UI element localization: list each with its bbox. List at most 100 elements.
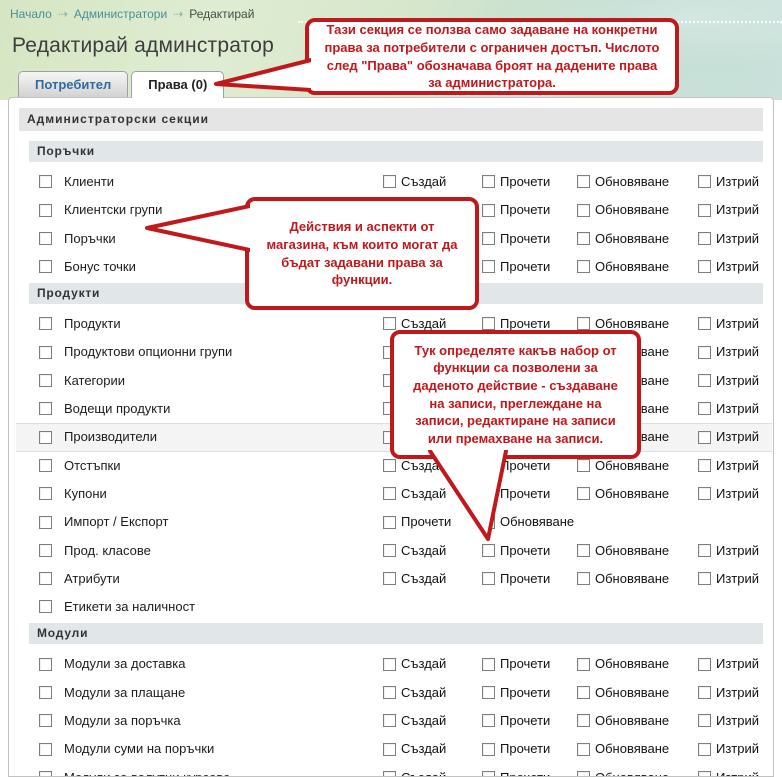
perm-checkbox[interactable] [482,232,495,245]
callout-tail-down-icon [420,450,515,544]
row-checkbox[interactable] [39,572,52,585]
perm-label: Изтрий [716,316,759,331]
perm-checkbox[interactable] [698,317,711,330]
perm-checkbox[interactable] [383,175,396,188]
perm-label: Прочети [500,316,550,331]
perm-label: Прочети [500,571,550,586]
tooltip-rights-tab: Тази секция се ползва само задаване на к… [305,18,679,95]
row-checkbox[interactable] [39,686,52,699]
perm-checkbox[interactable] [577,743,590,756]
perm-checkbox[interactable] [698,487,711,500]
perm-checkbox[interactable] [577,232,590,245]
row-label: Модули за плащане [64,685,185,700]
perm-checkbox[interactable] [698,686,711,699]
perm-cell: Прочети [482,764,550,777]
row-checkbox[interactable] [39,459,52,472]
perm-checkbox[interactable] [698,743,711,756]
perm-checkbox[interactable] [577,771,590,777]
row-checkbox[interactable] [39,771,52,777]
perm-checkbox[interactable] [698,260,711,273]
perm-checkbox[interactable] [482,572,495,585]
row-checkbox[interactable] [39,544,52,557]
perm-checkbox[interactable] [482,771,495,777]
row-checkbox[interactable] [39,658,52,671]
row-checkbox[interactable] [39,487,52,500]
perm-checkbox[interactable] [698,771,711,777]
perm-checkbox[interactable] [482,317,495,330]
perm-checkbox[interactable] [482,686,495,699]
perm-checkbox[interactable] [482,743,495,756]
perm-label: Изтрий [716,458,759,473]
row-checkbox[interactable] [39,175,52,188]
row-checkbox[interactable] [39,204,52,217]
perm-checkbox[interactable] [383,686,396,699]
tooltip-text: Тази секция се ползва само задаване на к… [321,21,663,91]
row-checkbox[interactable] [39,516,52,529]
perm-checkbox[interactable] [482,658,495,671]
perm-checkbox[interactable] [698,346,711,359]
row-checkbox[interactable] [39,374,52,387]
row-checkbox[interactable] [39,260,52,273]
perm-checkbox[interactable] [698,544,711,557]
perm-cell: Създай [383,650,446,678]
row-checkbox[interactable] [39,317,52,330]
breadcrumb-item-home[interactable]: Начало [10,7,52,21]
perm-cell: Обновяване [577,679,669,707]
perm-checkbox[interactable] [577,658,590,671]
perm-checkbox[interactable] [577,317,590,330]
perm-checkbox[interactable] [577,260,590,273]
perm-checkbox[interactable] [577,544,590,557]
perm-label: Прочети [500,685,550,700]
row-label: Модули за поръчка [64,713,181,728]
perm-checkbox[interactable] [383,317,396,330]
row-checkbox[interactable] [39,431,52,444]
row-checkbox[interactable] [39,743,52,756]
perm-cell: Изтрий [698,338,759,366]
perm-checkbox[interactable] [577,487,590,500]
row-checkbox[interactable] [39,600,52,613]
row-checkbox[interactable] [39,346,52,359]
tab-user[interactable]: Потребител [18,71,128,97]
perm-checkbox[interactable] [383,544,396,557]
perm-checkbox[interactable] [383,743,396,756]
perm-checkbox[interactable] [383,516,396,529]
perm-checkbox[interactable] [577,175,590,188]
breadcrumb-item-administrators[interactable]: Администратори [74,7,167,21]
perm-label: Обновяване [595,656,669,671]
perm-checkbox[interactable] [383,658,396,671]
perm-checkbox[interactable] [383,572,396,585]
perm-checkbox[interactable] [698,658,711,671]
row-label: Продуктови опционни групи [64,344,232,359]
row-checkbox[interactable] [39,714,52,727]
perm-checkbox[interactable] [698,374,711,387]
perm-checkbox[interactable] [577,204,590,217]
perm-checkbox[interactable] [383,459,396,472]
perm-checkbox[interactable] [482,204,495,217]
perm-checkbox[interactable] [577,686,590,699]
perm-checkbox[interactable] [482,544,495,557]
perm-cell: Създай [383,764,446,777]
perm-checkbox[interactable] [698,572,711,585]
row-checkbox[interactable] [39,232,52,245]
perm-cell: Прочети [482,196,550,224]
perm-checkbox[interactable] [577,714,590,727]
perm-checkbox[interactable] [482,175,495,188]
perm-checkbox[interactable] [383,714,396,727]
perm-checkbox[interactable] [698,402,711,415]
perm-checkbox[interactable] [698,431,711,444]
row-label: Модули за валутни курсове [64,770,230,777]
row-checkbox[interactable] [39,402,52,415]
perm-checkbox[interactable] [482,260,495,273]
perm-checkbox[interactable] [577,572,590,585]
perm-checkbox[interactable] [383,771,396,777]
perm-checkbox[interactable] [577,459,590,472]
perm-checkbox[interactable] [698,204,711,217]
perm-checkbox[interactable] [482,714,495,727]
perm-checkbox[interactable] [698,459,711,472]
perm-checkbox[interactable] [383,487,396,500]
perm-label: Създай [401,741,446,756]
perm-checkbox[interactable] [698,175,711,188]
perm-cell: Обновяване [577,168,669,196]
perm-checkbox[interactable] [698,714,711,727]
perm-checkbox[interactable] [698,232,711,245]
